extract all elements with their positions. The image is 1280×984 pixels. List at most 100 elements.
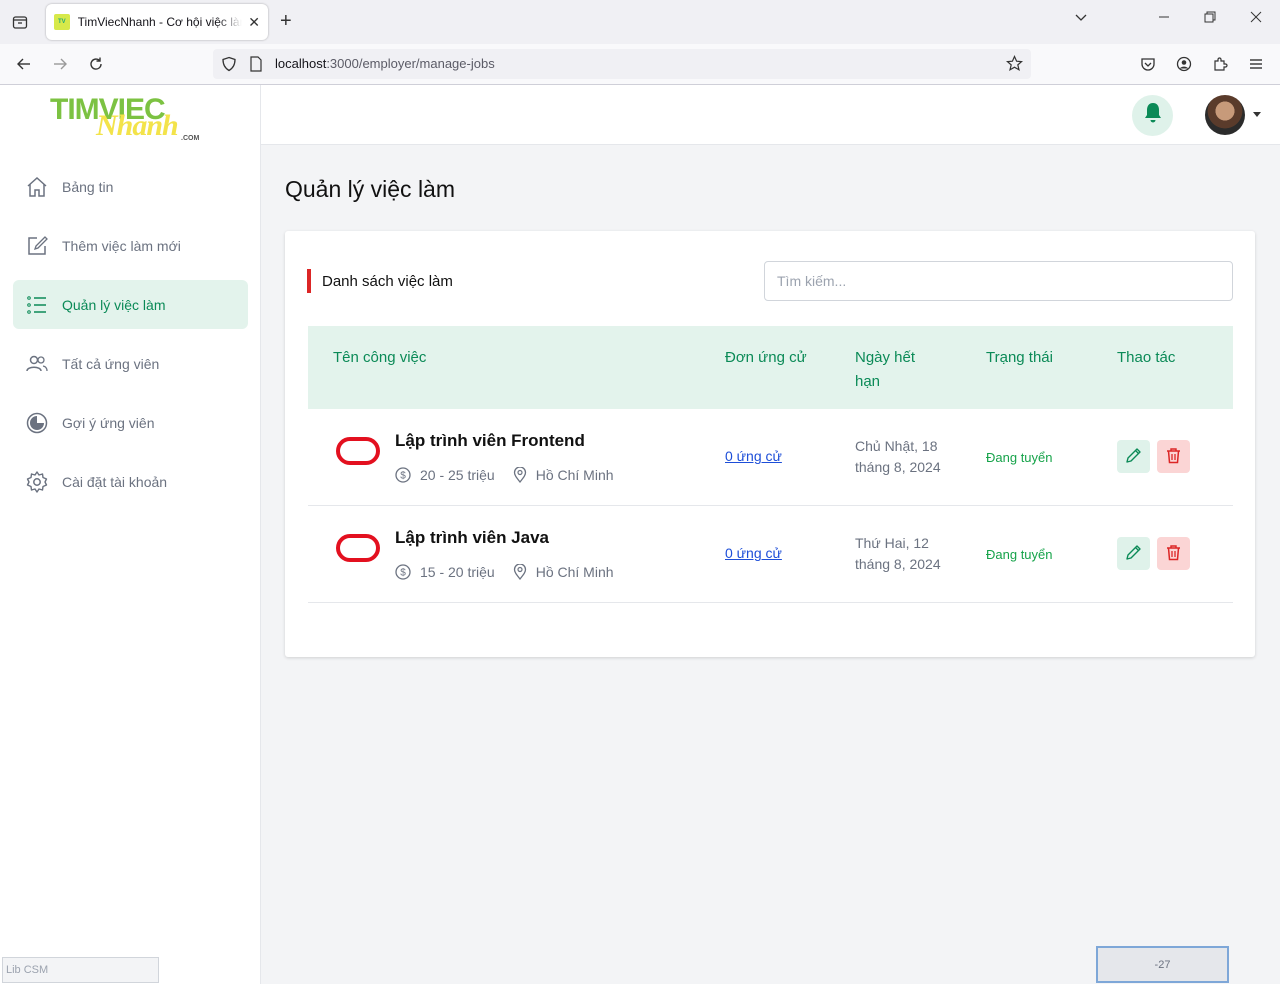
table-row: Lập trình viên Java $ 15 - 20 triệu Hồ C…	[308, 506, 1233, 603]
job-title[interactable]: Lập trình viên Frontend	[395, 431, 585, 451]
browser-tab[interactable]: TV TimViecNhanh - Cơ hội việc làm ✕	[46, 4, 268, 40]
bell-icon	[1143, 102, 1163, 129]
pie-chart-icon	[25, 411, 49, 435]
job-location: Hồ Chí Minh	[535, 564, 614, 580]
back-icon[interactable]	[12, 52, 36, 76]
expiry-date-line: tháng 8, 2024	[855, 556, 941, 572]
page-title: Quản lý việc làm	[285, 176, 456, 202]
map-pin-icon	[513, 467, 527, 483]
delete-button[interactable]	[1157, 440, 1190, 473]
browser-navbar: localhost:3000/employer/manage-jobs	[0, 44, 1280, 85]
status-badge: Đang tuyển	[986, 547, 1053, 562]
trash-icon	[1165, 544, 1182, 564]
sidebar: TIMVIEC Nhanh .COM Bảng tin Thêm việc là…	[0, 85, 261, 984]
extensions-icon[interactable]	[1208, 52, 1232, 76]
chevron-down-icon[interactable]	[1074, 10, 1088, 27]
caret-down-icon[interactable]	[1253, 112, 1261, 117]
status-badge: Đang tuyển	[986, 450, 1053, 465]
sidebar-item-manage-jobs[interactable]: Quản lý việc làm	[13, 280, 248, 329]
job-meta: $ 15 - 20 triệu Hồ Chí Minh	[395, 564, 614, 580]
url-text: localhost:3000/employer/manage-jobs	[275, 56, 495, 71]
expiry-date: Thứ Hai, 12 tháng 8, 2024	[855, 533, 941, 575]
job-meta: $ 20 - 25 triệu Hồ Chí Minh	[395, 467, 614, 483]
home-icon	[25, 175, 49, 199]
page-icon[interactable]	[249, 56, 263, 77]
sidebar-item-label: Cài đặt tài khoản	[62, 473, 168, 490]
job-salary: 15 - 20 triệu	[420, 564, 495, 580]
pencil-icon	[1125, 447, 1142, 467]
sidebar-item-dashboard[interactable]: Bảng tin	[13, 162, 248, 211]
browser-tabbar: TV TimViecNhanh - Cơ hội việc làm ✕ +	[0, 0, 1280, 44]
shield-icon[interactable]	[221, 56, 237, 77]
sidebar-item-add-job[interactable]: Thêm việc làm mới	[13, 221, 248, 270]
sidebar-item-label: Tất cả ứng viên	[62, 355, 160, 372]
applications-link[interactable]: 0 ứng cử	[725, 545, 782, 561]
notification-button[interactable]	[1132, 95, 1173, 136]
lib-csm-label: Lib CSM	[2, 957, 159, 983]
edit-button[interactable]	[1117, 440, 1150, 473]
column-header-expiry: Ngày hết hạn	[855, 349, 916, 390]
jobs-card: Danh sách việc làm Tên công việc Đơn ứng…	[285, 231, 1255, 657]
applications-link[interactable]: 0 ứng cử	[725, 448, 782, 464]
delete-button[interactable]	[1157, 537, 1190, 570]
close-window-icon[interactable]	[1250, 10, 1262, 26]
column-header-status: Trạng thái	[986, 349, 1053, 366]
table-row: Lập trình viên Frontend $ 20 - 25 triệu …	[308, 409, 1233, 506]
minimize-icon[interactable]	[1158, 10, 1170, 26]
favicon-icon: TV	[54, 14, 70, 30]
bookmark-star-icon[interactable]	[1005, 55, 1024, 77]
tab-list-icon[interactable]	[8, 10, 32, 34]
avatar[interactable]	[1205, 95, 1245, 135]
restore-icon[interactable]	[1204, 10, 1216, 26]
gear-icon	[25, 470, 49, 494]
svg-text:$: $	[400, 568, 406, 579]
trash-icon	[1165, 447, 1182, 467]
sidebar-item-account-settings[interactable]: Cài đặt tài khoản	[13, 457, 248, 506]
section-title: Danh sách việc làm	[322, 273, 453, 290]
pencil-icon	[1125, 544, 1142, 564]
company-logo	[336, 534, 380, 562]
app-header	[261, 85, 1280, 145]
job-location: Hồ Chí Minh	[535, 467, 614, 483]
new-tab-icon[interactable]: +	[280, 10, 292, 32]
column-header-applications: Đơn ứng cử	[725, 349, 807, 366]
expiry-date: Chủ Nhật, 18 tháng 8, 2024	[855, 436, 941, 478]
close-tab-icon[interactable]: ✕	[248, 14, 260, 31]
sidebar-item-label: Gợi ý ứng viên	[62, 414, 155, 431]
job-salary: 20 - 25 triệu	[420, 467, 495, 483]
expiry-date-line: tháng 8, 2024	[855, 459, 941, 475]
search-input[interactable]	[764, 261, 1233, 301]
list-icon	[25, 293, 49, 317]
brand-logo[interactable]: TIMVIEC Nhanh .COM	[50, 91, 215, 147]
company-logo	[336, 437, 380, 465]
expiry-date-line: Thứ Hai, 12	[855, 535, 929, 551]
sidebar-item-label: Thêm việc làm mới	[62, 237, 181, 254]
sidebar-item-suggested-candidates[interactable]: Gợi ý ứng viên	[13, 398, 248, 447]
menu-icon[interactable]	[1244, 52, 1268, 76]
counter-box: -27	[1096, 946, 1229, 983]
dollar-circle-icon: $	[395, 467, 411, 483]
url-bar[interactable]: localhost:3000/employer/manage-jobs	[213, 49, 1031, 79]
edit-button[interactable]	[1117, 537, 1150, 570]
sidebar-item-all-candidates[interactable]: Tất cả ứng viên	[13, 339, 248, 388]
reload-icon[interactable]	[84, 52, 108, 76]
sidebar-item-label: Bảng tin	[62, 178, 114, 195]
column-header-job-title: Tên công việc	[333, 349, 427, 366]
edit-square-icon	[25, 234, 49, 258]
expiry-date-line: Chủ Nhật, 18	[855, 438, 938, 454]
pocket-icon[interactable]	[1136, 52, 1160, 76]
map-pin-icon	[513, 564, 527, 580]
svg-text:$: $	[400, 471, 406, 482]
dollar-circle-icon: $	[395, 564, 411, 580]
forward-icon[interactable]	[48, 52, 72, 76]
job-title[interactable]: Lập trình viên Java	[395, 528, 549, 548]
sidebar-item-label: Quản lý việc làm	[62, 296, 166, 313]
column-header-actions: Thao tác	[1117, 349, 1176, 366]
tab-title: TimViecNhanh - Cơ hội việc làm	[77, 15, 243, 29]
logo-text-script: Nhanh	[96, 109, 179, 142]
account-icon[interactable]	[1172, 52, 1196, 76]
logo-text-domain: .COM	[181, 135, 200, 142]
table-header: Tên công việc Đơn ứng cử Ngày hết hạn Tr…	[308, 326, 1233, 409]
section-accent-bar	[307, 269, 311, 293]
users-icon	[25, 352, 49, 376]
